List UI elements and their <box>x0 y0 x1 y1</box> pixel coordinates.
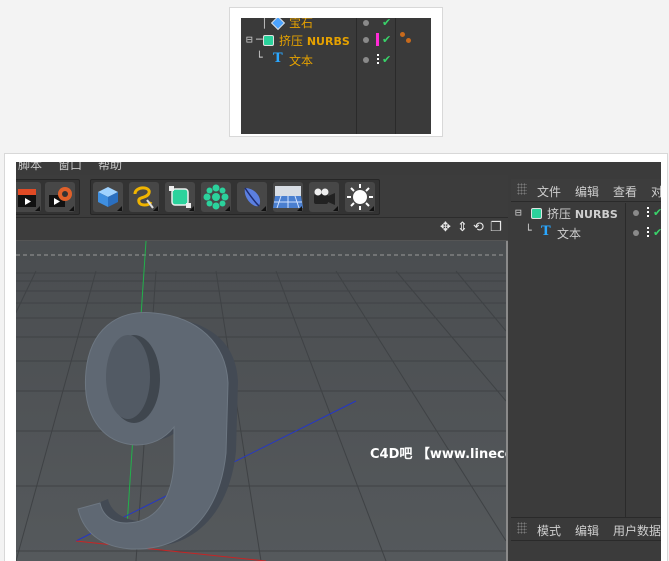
app-screenshot-frame: 脚本 窗口 帮助 ✥ ⇕ ⟲ ❐ C4D吧 【www.linec 文件 编辑 查… <box>4 153 668 561</box>
render-toggle[interactable] <box>647 227 649 239</box>
add-camera-button[interactable] <box>309 182 339 212</box>
extrude-label: 挤压 NURBS <box>547 207 618 221</box>
visibility-dot[interactable] <box>363 57 369 63</box>
menu-bar: 脚本 窗口 帮助 <box>16 162 508 174</box>
vertical-arrow-icon[interactable]: ⇕ <box>457 221 468 235</box>
render-settings-button[interactable] <box>45 182 75 212</box>
menu-script[interactable]: 脚本 <box>18 162 42 173</box>
text-spline-icon: T <box>541 224 551 239</box>
enabled-check-icon[interactable]: ✔ <box>382 54 391 65</box>
list-item-text[interactable]: └ T 文本 ✔ <box>241 50 431 70</box>
move-icon[interactable]: ✥ <box>440 221 451 235</box>
text-spline-icon: T <box>273 51 283 66</box>
camera-icon <box>314 188 335 205</box>
menu-window[interactable]: 窗口 <box>58 162 82 173</box>
menu-help[interactable]: 帮助 <box>98 162 122 173</box>
tree-line: │ <box>261 18 268 29</box>
layer-color-bar <box>376 33 379 46</box>
rotate-view-icon[interactable]: ⟲ <box>473 221 484 235</box>
extrude-nurbs-icon <box>531 208 542 219</box>
enabled-check-icon[interactable]: ✔ <box>653 227 661 238</box>
phong-tag-icon[interactable] <box>400 32 405 37</box>
text-label: 文本 <box>289 54 314 68</box>
tab-view[interactable]: 查看 <box>613 183 637 200</box>
tab-mode[interactable]: 模式 <box>537 522 561 539</box>
add-light-button[interactable] <box>345 182 375 212</box>
tree-line: ─ <box>256 33 263 46</box>
3d-viewport[interactable]: C4D吧 【www.linecg.com/tieba/1799】 <box>16 241 508 561</box>
viewport-scene: C4D吧 【www.linecg.com/tieba/1799】 <box>16 241 506 561</box>
gem-icon <box>270 18 286 31</box>
viewport-header: ✥ ⇕ ⟲ ❐ <box>16 218 508 241</box>
object-list-detail-frame: │ 宝石 ✔ ⊟ ─ 挤压 NURBS ✔ └ T 文本 ✔ <box>229 7 443 137</box>
add-mograph-button[interactable] <box>201 182 231 212</box>
add-cube-button[interactable] <box>93 182 123 212</box>
cinema4d-window: 脚本 窗口 帮助 ✥ ⇕ ⟲ ❐ C4D吧 【www.linec 文件 编辑 查… <box>16 162 661 561</box>
tree-line: └ <box>256 51 263 64</box>
enabled-check-icon[interactable]: ✔ <box>653 207 661 218</box>
enabled-check-icon[interactable]: ✔ <box>382 18 391 28</box>
clapper-board-icon <box>18 189 36 207</box>
enabled-check-icon[interactable]: ✔ <box>382 34 391 45</box>
render-toggle[interactable] <box>647 207 649 219</box>
add-nurbs-button[interactable] <box>165 182 195 212</box>
visibility-dot[interactable] <box>363 37 369 43</box>
list-item-extrude-nurbs[interactable]: ⊟ ─ 挤压 NURBS ✔ <box>241 30 431 50</box>
tree-line: └ <box>525 224 532 237</box>
list-item-text[interactable]: └ T 文本 ✔ <box>511 223 661 243</box>
tab-user-data[interactable]: 用户数据 <box>613 522 661 539</box>
tab-edit[interactable]: 编辑 <box>575 183 599 200</box>
object-manager-tabs: 文件 编辑 查看 对 <box>511 179 661 202</box>
tab-object[interactable]: 对 <box>651 183 661 200</box>
render-toggle[interactable] <box>377 54 379 66</box>
list-item-extrude-nurbs[interactable]: ⊟ 挤压 NURBS ✔ <box>511 203 661 223</box>
collapse-toggle-icon[interactable]: ⊟ <box>515 206 522 219</box>
add-scene-button[interactable] <box>273 182 303 212</box>
phong-tag-icon[interactable] <box>406 38 411 43</box>
object-list-detail: │ 宝石 ✔ ⊟ ─ 挤压 NURBS ✔ └ T 文本 ✔ <box>241 18 431 134</box>
render-tool-group <box>16 179 80 215</box>
extrude-label: 挤压 NURBS <box>279 34 350 48</box>
visibility-dot[interactable] <box>633 210 639 216</box>
extrude-nurbs-icon <box>263 35 274 46</box>
object-manager: 文件 编辑 查看 对 ⊟ 挤压 NURBS ✔ └ T 文本 ✔ 模式 编辑 用… <box>511 179 661 561</box>
visibility-dot[interactable] <box>633 230 639 236</box>
text-label: 文本 <box>557 227 582 241</box>
render-view-button[interactable] <box>16 182 41 212</box>
panel-grip-icon[interactable] <box>517 183 527 195</box>
nine-model[interactable] <box>77 312 238 550</box>
maximize-icon[interactable]: ❐ <box>490 221 502 235</box>
add-deformer-button[interactable] <box>237 182 267 212</box>
main-toolbar <box>16 175 508 218</box>
object-tool-group <box>90 179 380 215</box>
attribute-manager-tabs: 模式 编辑 用户数据 <box>511 517 661 541</box>
visibility-dot[interactable] <box>363 20 369 26</box>
add-spline-button[interactable] <box>129 182 159 212</box>
collapse-toggle-icon[interactable]: ⊟ <box>246 33 253 46</box>
panel-grip-icon[interactable] <box>517 522 527 534</box>
tab-edit[interactable]: 编辑 <box>575 522 599 539</box>
tab-file[interactable]: 文件 <box>537 183 561 200</box>
watermark: C4D吧 【www.linecg.com/tieba/1799】 <box>370 446 506 462</box>
